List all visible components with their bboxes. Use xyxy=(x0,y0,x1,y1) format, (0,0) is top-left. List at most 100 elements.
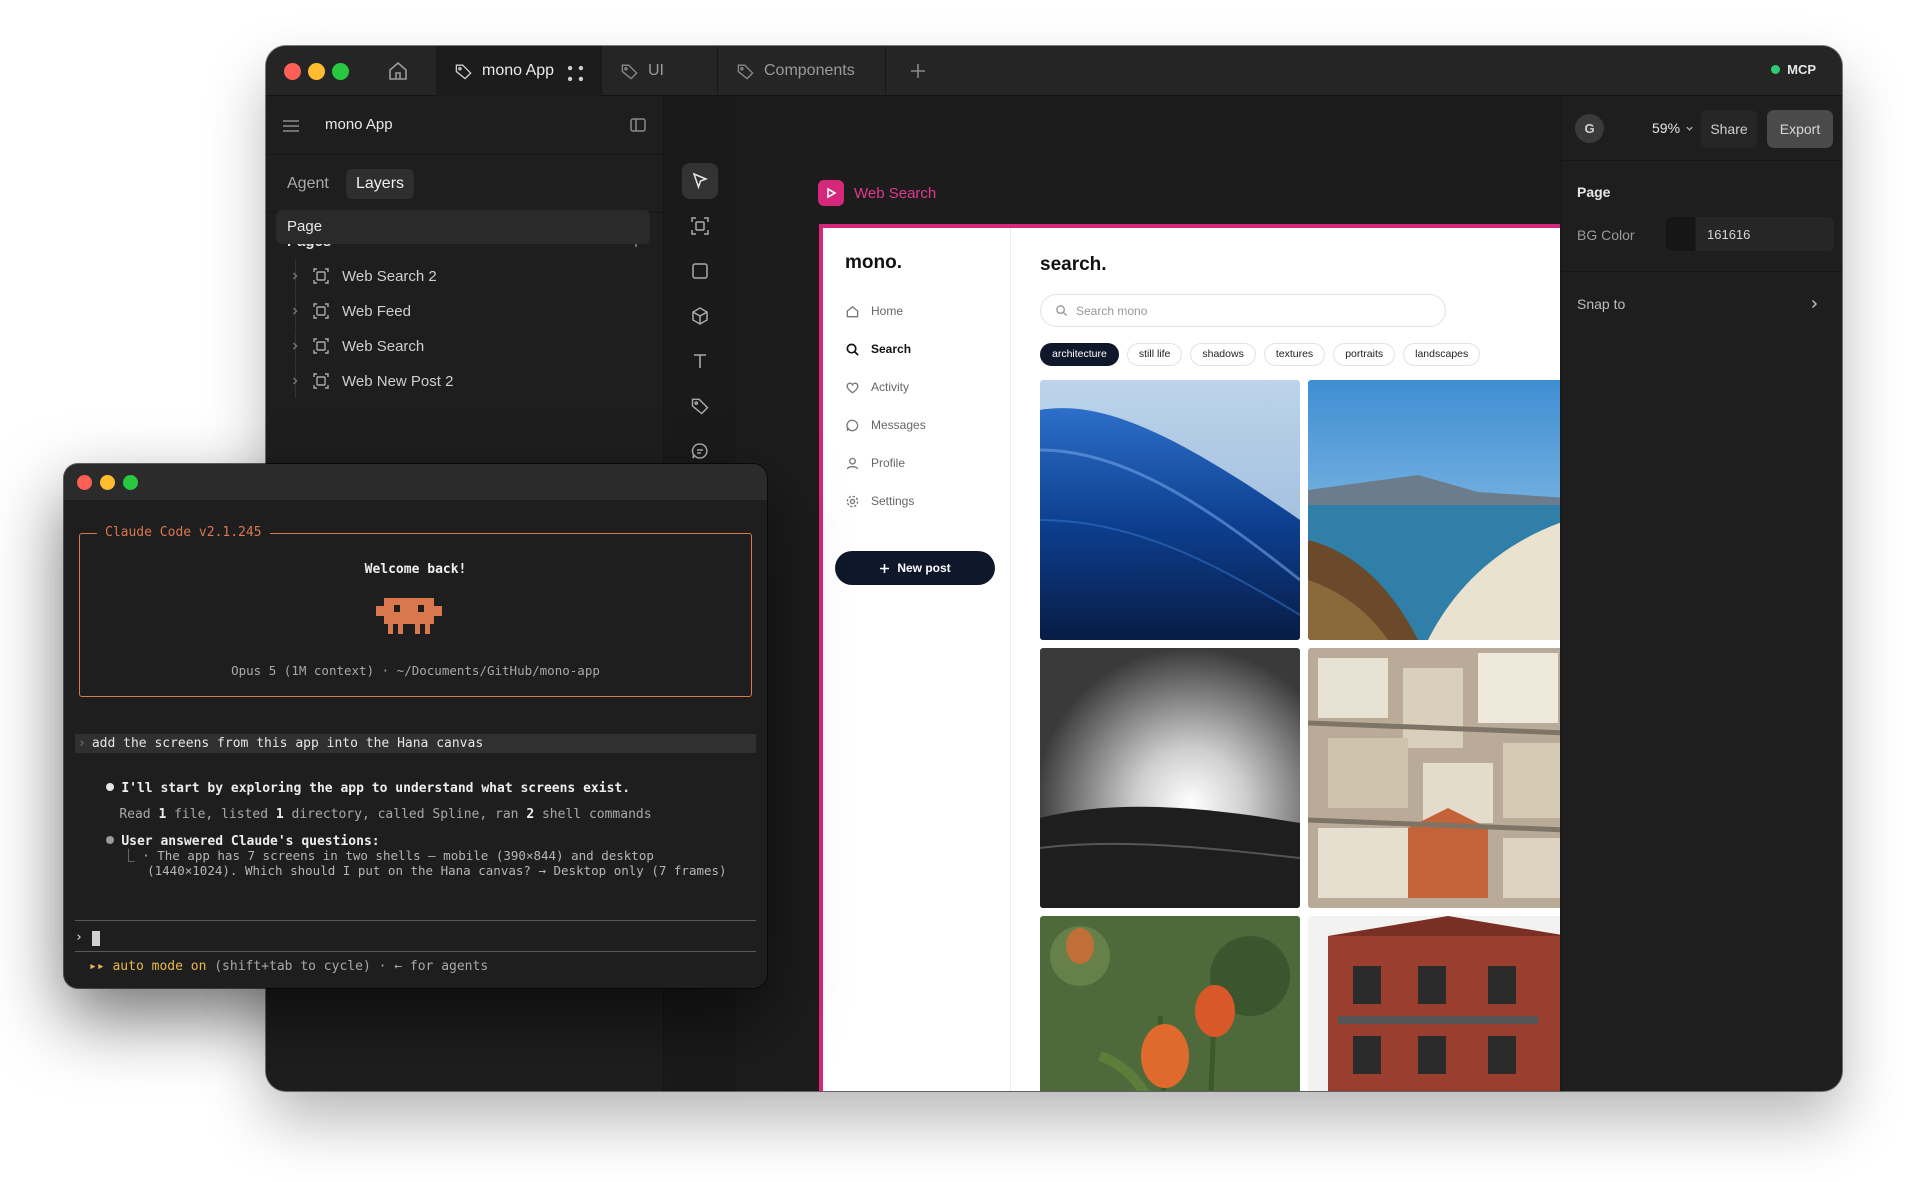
mock-title: search. xyxy=(1040,254,1107,275)
layer-web-new-post-2[interactable]: Web New Post 2 xyxy=(266,364,664,398)
chevron-right-icon[interactable] xyxy=(289,270,301,282)
mock-nav-search[interactable]: Search xyxy=(845,338,911,360)
chevron-right-icon[interactable] xyxy=(289,340,301,352)
color-swatch[interactable] xyxy=(1666,217,1696,251)
tab-label: Components xyxy=(764,62,855,79)
mock-search-input[interactable]: Search mono xyxy=(1040,294,1446,327)
nav-label: Messages xyxy=(871,418,926,432)
text-tool[interactable] xyxy=(682,343,718,379)
bullet-icon xyxy=(106,783,115,791)
page-item[interactable]: Page xyxy=(276,210,650,244)
section-title: Page xyxy=(1577,184,1611,200)
photo-sun-bw[interactable] xyxy=(1040,648,1300,908)
photo-tulips[interactable] xyxy=(1040,916,1300,1091)
tab-layers[interactable]: Layers xyxy=(346,169,415,199)
user-prompt-text: add the screens from this app into the H… xyxy=(91,736,484,751)
auto-mode-label: ▸▸ auto mode on xyxy=(89,959,207,974)
bg-color-field[interactable]: 161616 xyxy=(1666,217,1834,251)
mock-nav-home[interactable]: Home xyxy=(845,300,903,322)
chevron-right-icon[interactable] xyxy=(289,375,301,387)
frame-label[interactable]: Web Search xyxy=(818,180,936,206)
snap-to-row[interactable]: Snap to xyxy=(1562,272,1842,338)
minimize-window-button[interactable] xyxy=(308,63,325,80)
title-bar: mono App UI Components MCP xyxy=(266,46,1842,96)
home-icon[interactable] xyxy=(386,59,410,83)
layer-web-search[interactable]: Web Search xyxy=(266,329,664,363)
chip-portraits[interactable]: portraits xyxy=(1333,343,1396,366)
answer-text: (1440×1024). Which should I put on the H… xyxy=(147,863,727,878)
tab-mono-app[interactable]: mono App xyxy=(436,46,602,96)
mock-nav-profile[interactable]: Profile xyxy=(845,452,905,474)
snap-label: Snap to xyxy=(1577,296,1626,312)
mock-nav-settings[interactable]: Settings xyxy=(845,490,914,512)
component-tool[interactable] xyxy=(682,388,718,424)
claude-code-version: Claude Code v2.1.245 xyxy=(97,525,270,540)
user-icon xyxy=(846,457,859,469)
properties-panel: G 59% Share Export Page BG Color 161616 … xyxy=(1561,97,1842,1091)
mcp-status[interactable]: MCP xyxy=(1771,62,1816,77)
sidebar-toggle-icon[interactable] xyxy=(629,116,647,134)
mock-nav-activity[interactable]: Activity xyxy=(845,376,909,398)
close-window-button[interactable] xyxy=(77,475,92,490)
add-tab-icon[interactable] xyxy=(906,59,930,83)
tab-agent[interactable]: Agent xyxy=(277,169,339,199)
model-info: Opus 5 (1M context) · ~/Documents/GitHub… xyxy=(231,663,600,678)
summary-count: 2 xyxy=(526,807,535,822)
chip-architecture[interactable]: architecture xyxy=(1040,343,1119,366)
select-tool[interactable] xyxy=(682,163,718,199)
nav-label: Home xyxy=(871,304,904,318)
bg-color-value: 161616 xyxy=(1707,226,1751,242)
layer-web-search-2[interactable]: Web Search 2 xyxy=(266,259,664,293)
frame-icon xyxy=(313,338,329,354)
photo-coast[interactable] xyxy=(1308,380,1560,640)
layer-label: Web New Post 2 xyxy=(342,372,454,390)
layer-web-feed[interactable]: Web Feed xyxy=(266,294,664,328)
new-post-button[interactable]: New post xyxy=(835,551,995,585)
photo-brick-building[interactable] xyxy=(1308,916,1560,1091)
avatar[interactable]: G xyxy=(1575,114,1604,143)
web-search-frame[interactable]: mono. Home Search Activity Messages Prof… xyxy=(819,224,1560,1091)
drag-handle-icon[interactable] xyxy=(566,64,585,83)
status-dot-icon xyxy=(1771,65,1781,74)
maximize-window-button[interactable] xyxy=(332,63,349,80)
terminal-window: Claude Code v2.1.245 Welcome back! Opus … xyxy=(64,464,767,988)
home-icon xyxy=(846,305,859,317)
play-icon[interactable] xyxy=(818,180,844,206)
nav-label: Profile xyxy=(871,456,906,470)
export-button[interactable]: Export xyxy=(1767,110,1833,148)
layer-label: Web Feed xyxy=(342,302,411,320)
chip-still-life[interactable]: still life xyxy=(1126,343,1183,366)
layer-label: Web Search xyxy=(342,337,425,355)
maximize-window-button[interactable] xyxy=(123,475,138,490)
rectangle-tool[interactable] xyxy=(682,253,718,289)
share-button[interactable]: Share xyxy=(1701,110,1757,148)
chevron-right-icon[interactable] xyxy=(289,305,301,317)
mock-sidebar: mono. Home Search Activity Messages Prof… xyxy=(823,228,1011,1091)
claude-welcome-box: Claude Code v2.1.245 Welcome back! Opus … xyxy=(79,525,752,697)
mock-main: search. Search mono architecture still l… xyxy=(1012,228,1560,1091)
chip-shadows[interactable]: shadows xyxy=(1190,343,1256,366)
tab-ui[interactable]: UI xyxy=(602,46,718,96)
text-icon xyxy=(694,354,706,368)
nav-label: Search xyxy=(871,342,912,356)
prompt-chevron-icon: › xyxy=(78,736,86,751)
chip-landscapes[interactable]: landscapes xyxy=(1403,343,1481,366)
tag-icon xyxy=(737,63,754,80)
menu-icon[interactable] xyxy=(281,116,301,136)
bg-color-label: BG Color xyxy=(1577,227,1635,243)
chip-textures[interactable]: textures xyxy=(1263,343,1326,366)
close-window-button[interactable] xyxy=(284,63,301,80)
3d-tool[interactable] xyxy=(682,298,718,334)
tab-components[interactable]: Components xyxy=(718,46,886,96)
gear-icon xyxy=(846,495,859,507)
mock-logo: mono. xyxy=(845,252,902,273)
design-canvas[interactable]: Web Search mono. Home Search Activity Me… xyxy=(736,97,1560,1091)
frame-tool[interactable] xyxy=(682,208,718,244)
zoom-dropdown[interactable]: 59% xyxy=(1652,120,1695,136)
mock-nav-messages[interactable]: Messages xyxy=(845,414,926,436)
layer-label: Web Search 2 xyxy=(342,267,437,285)
photo-wave[interactable] xyxy=(1040,380,1300,640)
text-cursor[interactable] xyxy=(92,931,100,946)
photo-city[interactable] xyxy=(1308,648,1560,908)
minimize-window-button[interactable] xyxy=(100,475,115,490)
